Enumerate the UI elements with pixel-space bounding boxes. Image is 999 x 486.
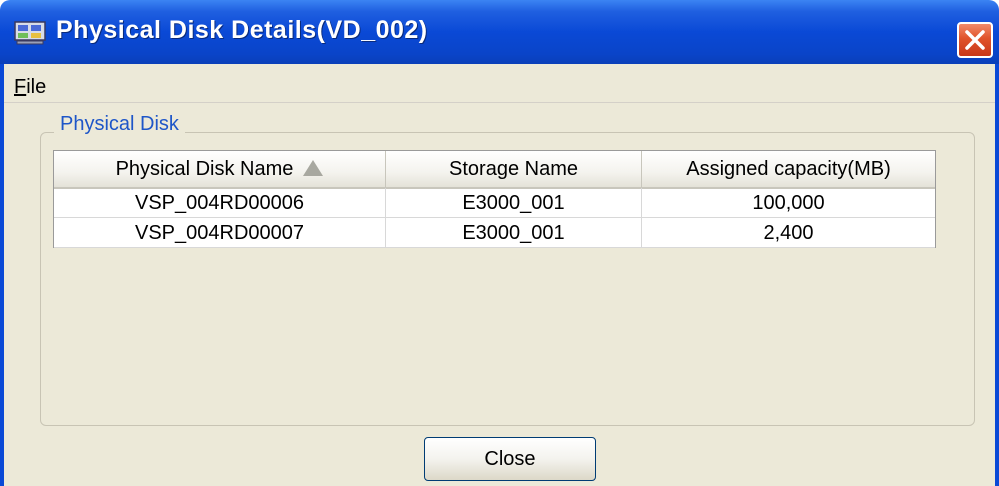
menu-file-mnemonic: F	[14, 76, 27, 98]
app-icon	[14, 21, 46, 45]
column-header-label: Assigned capacity(MB)	[686, 158, 891, 180]
menu-file[interactable]: File	[14, 76, 46, 99]
cell-assigned-capacity: 2,400	[642, 218, 935, 248]
close-icon	[965, 30, 985, 50]
table-row[interactable]: VSP_004RD00006 E3000_001 100,000	[54, 188, 935, 218]
column-header-storage-name[interactable]: Storage Name	[386, 151, 642, 187]
column-header-physical-disk-name[interactable]: Physical Disk Name	[54, 151, 386, 187]
cell-storage-name: E3000_001	[386, 188, 642, 218]
cell-storage-name: E3000_001	[386, 218, 642, 248]
menu-separator	[4, 102, 995, 103]
column-header-label: Storage Name	[449, 158, 578, 180]
title-bar[interactable]: Physical Disk Details(VD_002)	[0, 0, 999, 64]
cell-assigned-capacity: 100,000	[642, 188, 935, 218]
close-button[interactable]: Close	[424, 437, 596, 481]
menu-file-label: ile	[26, 76, 47, 98]
sort-ascending-icon	[303, 160, 324, 176]
column-header-assigned-capacity[interactable]: Assigned capacity(MB)	[642, 151, 935, 187]
menu-bar: File	[4, 70, 995, 100]
physical-disk-table: Physical Disk Name Storage Name Assigned…	[53, 150, 936, 248]
table-row[interactable]: VSP_004RD00007 E3000_001 2,400	[54, 218, 935, 248]
cell-physical-disk-name: VSP_004RD00007	[54, 218, 386, 248]
cell-physical-disk-name: VSP_004RD00006	[54, 188, 386, 218]
window-title: Physical Disk Details(VD_002)	[56, 16, 428, 44]
dialog-window: Physical Disk Details(VD_002) File Physi…	[0, 0, 999, 486]
group-label: Physical Disk	[54, 113, 185, 136]
table-header: Physical Disk Name Storage Name Assigned…	[54, 151, 935, 189]
window-close-button[interactable]	[957, 22, 993, 58]
column-header-label: Physical Disk Name	[115, 158, 294, 180]
